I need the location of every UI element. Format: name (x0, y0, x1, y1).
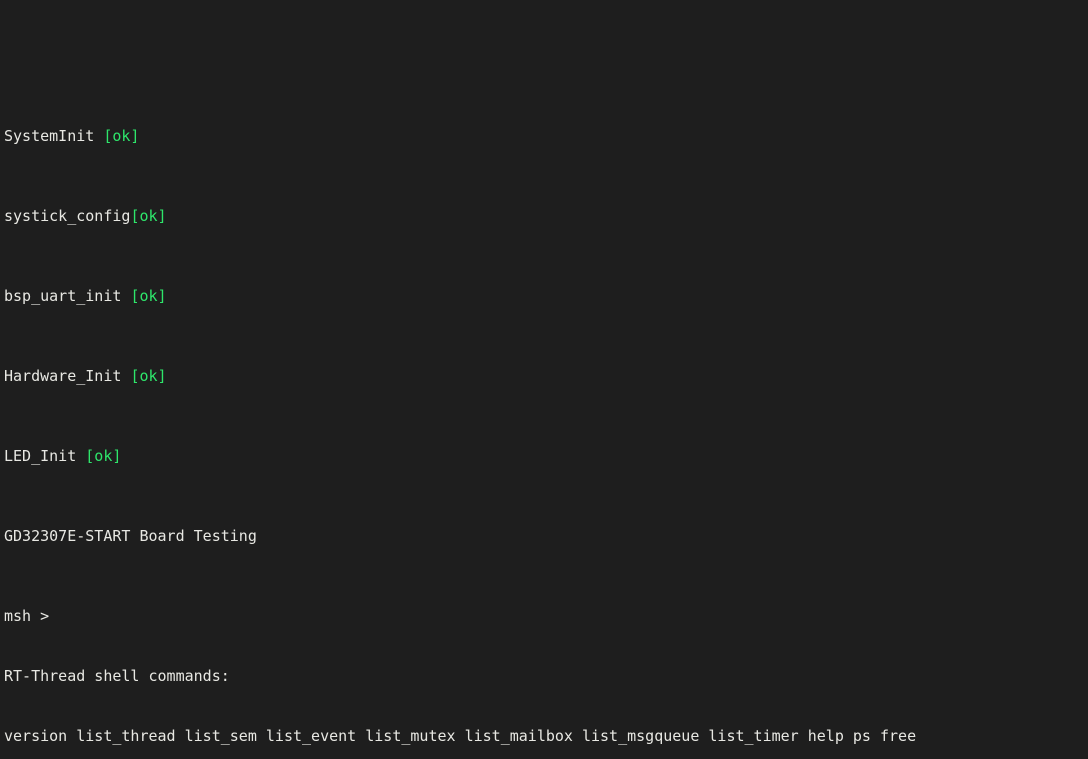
init-label: LED_Init (4, 447, 86, 465)
init-status-ok: [ok] (103, 127, 140, 145)
boot-init-line-bsp-uart-init: bsp_uart_init [ok] (4, 286, 916, 306)
boot-init-line-hardware-init: Hardware_Init [ok] (4, 366, 916, 386)
boot-init-line-systeminit: SystemInit [ok] (4, 126, 916, 146)
top-clip-mask (0, 0, 1088, 6)
boot-init-line-systick-config: systick_config[ok] (4, 206, 916, 226)
boot-line-partial (4, 46, 916, 66)
init-status-ok: [ok] (130, 287, 167, 305)
board-banner: GD32307E-START Board Testing (4, 527, 257, 545)
serial-terminal[interactable]: SystemInit [ok] systick_config[ok] bsp_u… (0, 0, 1088, 759)
prompt-line-help: msh > (4, 607, 50, 625)
terminal-output-buffer: SystemInit [ok] systick_config[ok] bsp_u… (4, 0, 916, 759)
init-status-ok: [ok] (85, 447, 122, 465)
shell-commands-list: version list_thread list_sem list_event … (4, 727, 917, 745)
init-label: Hardware_Init (4, 367, 131, 385)
init-status-ok: [ok] (130, 207, 167, 225)
init-label: bsp_uart_init (4, 287, 131, 305)
boot-init-line-led-init: LED_Init [ok] (4, 446, 916, 466)
init-label: SystemInit (4, 127, 104, 145)
init-label: systick_config (4, 207, 131, 225)
shell-commands-header: RT-Thread shell commands: (4, 667, 230, 685)
init-status-ok: [ok] (130, 367, 167, 385)
